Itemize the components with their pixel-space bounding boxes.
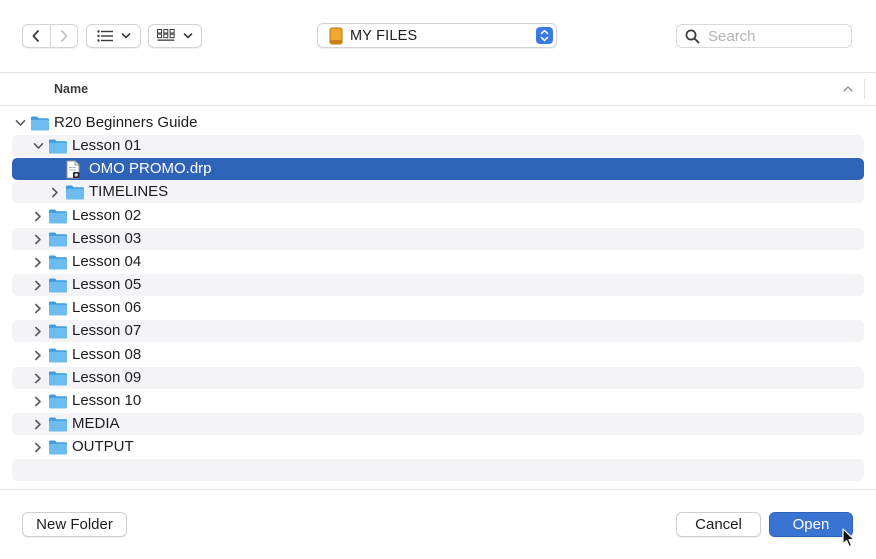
list-view-icon (96, 30, 113, 42)
folder-icon (48, 207, 68, 230)
file-name: OMO PROMO.drp (89, 160, 212, 177)
dialog-footer: New Folder Cancel Open (0, 489, 876, 559)
search-icon (685, 29, 700, 43)
folder-name: Lesson 06 (72, 299, 142, 316)
folder-icon (65, 183, 85, 206)
folder-icon (48, 392, 68, 415)
disclosure-collapsed-icon[interactable] (32, 325, 44, 337)
folder-name: OUTPUT (72, 438, 134, 455)
folder-name: Lesson 02 (72, 207, 142, 224)
navigation-control (22, 24, 78, 48)
new-folder-button[interactable]: New Folder (22, 512, 127, 537)
folder-name: Lesson 01 (72, 137, 142, 154)
list-item[interactable]: TIMELINES (12, 181, 864, 203)
grid-group-icon (157, 29, 175, 41)
column-divider (864, 79, 865, 99)
folder-name: TIMELINES (89, 183, 169, 200)
disclosure-collapsed-icon[interactable] (32, 279, 44, 291)
list-item[interactable]: OUTPUT (12, 436, 864, 458)
drive-icon (329, 27, 343, 44)
list-item[interactable]: Lesson 03 (12, 228, 864, 250)
name-column-header[interactable]: Name (54, 82, 88, 96)
list-item[interactable]: Lesson 10 (12, 390, 864, 412)
cancel-button[interactable]: Cancel (676, 512, 761, 537)
disclosure-collapsed-icon[interactable] (32, 349, 44, 361)
folder-icon (48, 415, 68, 438)
back-button[interactable] (23, 25, 50, 47)
folder-name: Lesson 10 (72, 392, 142, 409)
list-item[interactable]: R20 Beginners Guide (12, 112, 864, 134)
disclosure-expanded-icon[interactable] (14, 117, 26, 129)
folder-name: Lesson 04 (72, 253, 142, 270)
chevron-down-icon (121, 33, 130, 39)
folder-name: MEDIA (72, 415, 120, 432)
group-by-button[interactable] (148, 24, 202, 48)
open-button[interactable]: Open (769, 512, 853, 537)
folder-icon (48, 276, 68, 299)
list-row-empty (12, 459, 864, 481)
disclosure-collapsed-icon[interactable] (32, 233, 44, 245)
folder-name: R20 Beginners Guide (54, 114, 198, 131)
search-field[interactable] (676, 24, 852, 48)
folder-icon (48, 346, 68, 369)
location-label: MY FILES (350, 27, 418, 44)
disclosure-collapsed-icon[interactable] (32, 418, 44, 430)
list-item[interactable]: Lesson 01 (12, 135, 864, 157)
column-header: Name (0, 72, 876, 106)
disclosure-collapsed-icon[interactable] (32, 302, 44, 314)
folder-icon (48, 253, 68, 276)
view-mode-button[interactable] (86, 24, 141, 48)
list-item[interactable]: Lesson 06 (12, 297, 864, 319)
disclosure-collapsed-icon[interactable] (32, 395, 44, 407)
search-input[interactable] (708, 27, 838, 45)
folder-icon (48, 369, 68, 392)
list-item[interactable]: Lesson 02 (12, 205, 864, 227)
chevron-left-icon (33, 30, 40, 42)
folder-icon (48, 230, 68, 253)
folder-icon (30, 114, 50, 137)
list-item[interactable]: Lesson 09 (12, 367, 864, 389)
up-down-chevron-icon (540, 29, 549, 42)
folder-icon (48, 438, 68, 461)
chevron-right-icon (61, 30, 68, 42)
forward-button[interactable] (49, 25, 77, 47)
folder-name: Lesson 09 (72, 369, 142, 386)
location-popup[interactable]: MY FILES (317, 23, 557, 48)
list-item[interactable]: Lesson 07 (12, 320, 864, 342)
chevron-down-icon (183, 33, 193, 39)
folder-name: Lesson 05 (72, 276, 142, 293)
folder-icon (48, 137, 68, 160)
list-item[interactable]: MEDIA (12, 413, 864, 435)
list-item[interactable]: Lesson 08 (12, 344, 864, 366)
folder-icon (48, 299, 68, 322)
sort-ascending-icon[interactable] (842, 85, 854, 93)
folder-name: Lesson 08 (72, 346, 142, 363)
folder-icon (48, 322, 68, 345)
disclosure-collapsed-icon[interactable] (49, 186, 61, 198)
disclosure-collapsed-icon[interactable] (32, 441, 44, 453)
list-item[interactable]: Lesson 05 (12, 274, 864, 296)
list-item[interactable]: Lesson 04 (12, 251, 864, 273)
disclosure-collapsed-icon[interactable] (32, 210, 44, 222)
disclosure-collapsed-icon[interactable] (32, 256, 44, 268)
folder-name: Lesson 03 (72, 230, 142, 247)
mouse-pointer-icon (842, 528, 855, 548)
toolbar: MY FILES (0, 0, 876, 72)
list-item[interactable]: OMO PROMO.drp (12, 158, 864, 180)
disclosure-expanded-icon[interactable] (32, 140, 44, 152)
folder-name: Lesson 07 (72, 322, 142, 339)
disclosure-collapsed-icon[interactable] (32, 372, 44, 384)
location-stepper[interactable] (536, 27, 553, 44)
